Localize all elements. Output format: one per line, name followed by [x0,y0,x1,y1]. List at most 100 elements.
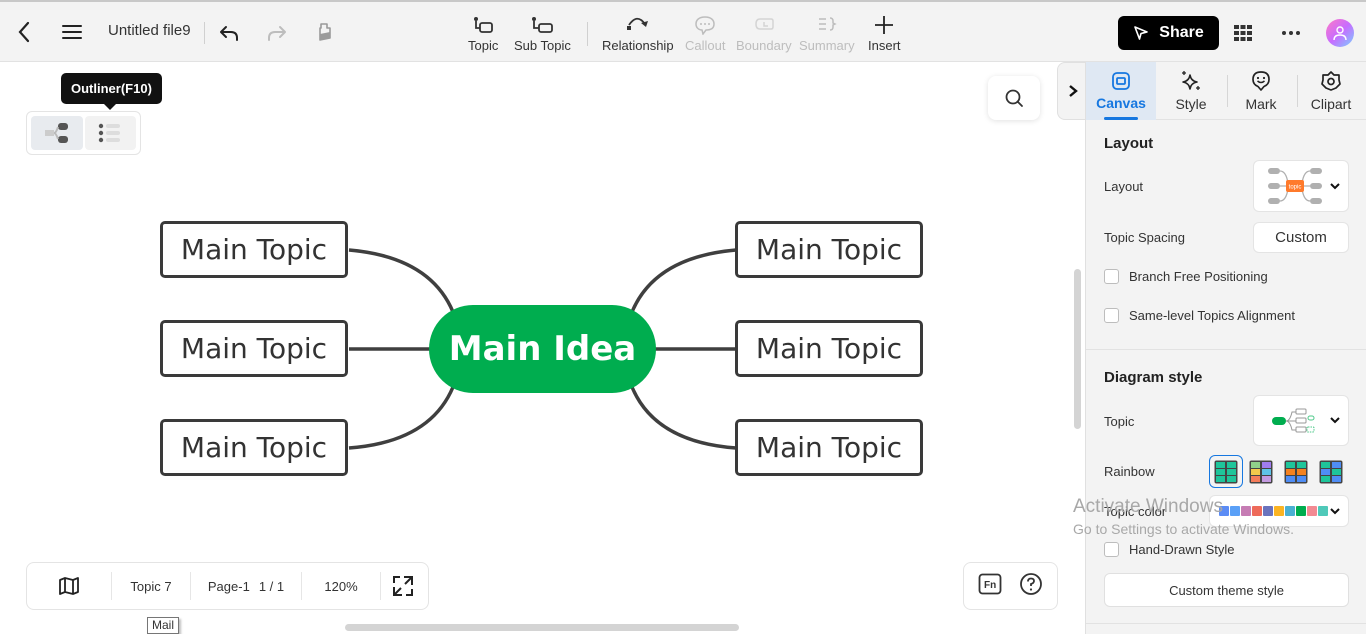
file-title[interactable]: Untitled file9 [108,22,191,39]
summary-tool-button[interactable]: Summary [799,12,855,53]
collapse-panel-button[interactable] [1057,62,1087,120]
subtopic-tool-button[interactable]: Sub Topic [514,12,571,53]
user-avatar[interactable] [1326,19,1354,47]
chevron-left-icon [18,21,30,43]
layout-picker[interactable]: topic [1253,160,1349,212]
subtopic-tool-label: Sub Topic [514,38,571,53]
branch-free-label: Branch Free Positioning [1129,269,1268,284]
undo-icon [220,26,238,41]
connector-right-top [630,248,737,313]
callout-tool-label: Callout [685,38,726,53]
relationship-tool-button[interactable]: Relationship [602,12,674,53]
branch-free-checkbox[interactable] [1104,269,1119,284]
main-topic-node[interactable]: Main Topic [735,221,923,278]
color-swatch-1 [1219,506,1229,516]
summary-icon [818,17,837,31]
topic-color-picker[interactable] [1209,495,1349,527]
section-divider [1086,349,1366,350]
page-selector[interactable]: Page-1 1 / 1 [191,563,301,609]
branch-free-positioning-option[interactable]: Branch Free Positioning [1104,269,1268,284]
smiley-icon [1252,71,1270,91]
plus-icon [875,16,894,34]
share-button[interactable]: Share [1118,16,1219,50]
layout-thumbnail-icon: topic [1268,168,1322,204]
color-swatch-7 [1285,506,1295,516]
rainbow-option-1[interactable] [1209,455,1243,488]
fullscreen-button[interactable] [381,563,425,609]
diagram-style-title: Diagram style [1104,369,1203,386]
custom-theme-style-button[interactable]: Custom theme style [1104,573,1349,607]
insert-tool-button[interactable]: Insert [868,12,901,53]
topic-spacing-button[interactable]: Custom [1253,222,1349,253]
divider [587,22,588,46]
tab-clipart[interactable]: Clipart [1296,62,1366,120]
function-panel: Fn [963,562,1058,610]
color-swatch-6 [1274,506,1284,516]
callout-tool-button[interactable]: Callout [685,12,725,53]
mindmap-canvas[interactable]: Main Topic Main Topic Main Topic Main To… [0,62,1087,634]
main-topic-node[interactable]: Main Topic [160,320,348,377]
topic-style-picker[interactable] [1253,395,1349,446]
canvas-icon [1112,72,1130,90]
boundary-tool-label: Boundary [736,38,792,53]
search-button[interactable] [988,76,1040,120]
fn-key-icon: Fn [978,573,1002,594]
mindmap-view-button[interactable] [31,116,83,150]
vertical-scrollbar[interactable] [1074,269,1081,429]
back-button[interactable] [12,20,36,44]
callout-icon [695,16,715,35]
relationship-icon [626,17,648,30]
summary-tool-label: Summary [799,38,855,53]
horizontal-scrollbar[interactable] [345,624,739,631]
tab-mark[interactable]: Mark [1226,62,1296,120]
same-level-label: Same-level Topics Alignment [1129,308,1295,323]
tab-clipart-label: Clipart [1310,96,1352,112]
color-swatch-2 [1230,506,1240,516]
hand-drawn-style-option[interactable]: Hand-Drawn Style [1104,542,1235,557]
color-swatch-4 [1252,506,1262,516]
outliner-view-button[interactable] [84,116,136,150]
search-icon [1005,89,1023,107]
undo-button[interactable] [216,20,242,46]
more-options-button[interactable] [1280,22,1302,44]
main-idea-node[interactable]: Main Idea [429,305,656,393]
help-button[interactable] [1019,572,1043,601]
tab-style[interactable]: Style [1156,62,1226,120]
page-name: Page-1 [207,578,250,594]
main-topic-node[interactable]: Main Topic [735,320,923,377]
main-topic-node[interactable]: Main Topic [160,419,348,476]
rainbow-swatch-icon [1284,460,1308,483]
page-count: 1 / 1 [258,578,285,594]
zoom-level[interactable]: 120% [302,563,380,609]
color-swatch-8 [1296,506,1306,516]
mini-map-button[interactable] [27,563,111,609]
main-topic-node[interactable]: Main Topic [735,419,923,476]
apps-grid-button[interactable] [1232,22,1254,44]
divider [204,22,205,44]
rainbow-option-4[interactable] [1314,455,1348,488]
main-topic-node[interactable]: Main Topic [160,221,348,278]
app-window: Untitled file9 Topic Sub Topic Relations… [0,0,1366,634]
hand-drawn-checkbox[interactable] [1104,542,1119,557]
menu-button[interactable] [60,20,84,44]
layout-label: Layout [1104,179,1144,194]
boundary-tool-button[interactable]: Boundary [736,12,792,53]
layout-section-title: Layout [1104,135,1154,152]
redo-button[interactable] [264,20,290,46]
rainbow-option-2[interactable] [1244,455,1278,488]
rainbow-swatch-icon [1319,460,1343,483]
sparkle-icon [1182,71,1200,90]
more-horizontal-icon [1282,31,1300,35]
same-level-checkbox[interactable] [1104,308,1119,323]
format-painter-button[interactable] [311,20,337,46]
tab-style-label: Style [1175,96,1207,112]
topic-tool-button[interactable]: Topic [468,12,498,53]
rainbow-option-3[interactable] [1279,455,1313,488]
hand-drawn-label: Hand-Drawn Style [1129,542,1235,557]
tab-canvas[interactable]: Canvas [1086,62,1156,120]
section-divider [1086,623,1366,624]
insert-tool-label: Insert [868,38,901,53]
cursor-arrow-icon [1134,26,1149,40]
same-level-alignment-option[interactable]: Same-level Topics Alignment [1104,308,1295,323]
function-key-button[interactable]: Fn [978,573,1002,600]
